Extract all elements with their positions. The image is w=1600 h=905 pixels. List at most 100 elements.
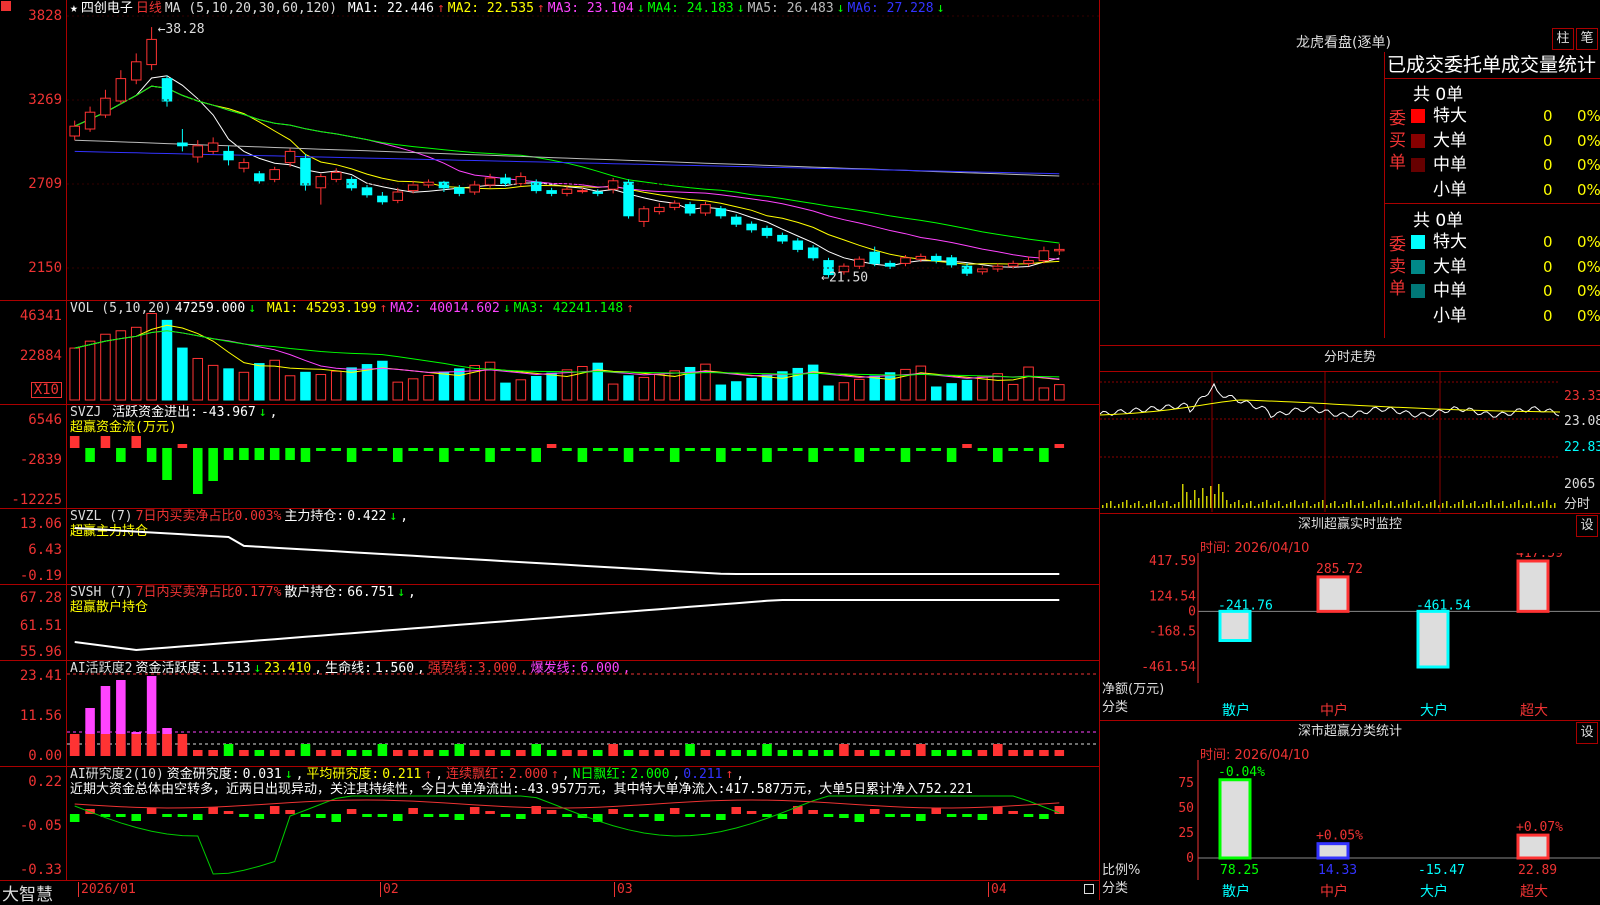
volume-bar — [561, 369, 573, 401]
svsh-chart[interactable] — [67, 584, 1100, 660]
order-type: 特大 — [1433, 232, 1467, 252]
svsh-tick: 67.28 — [19, 590, 62, 606]
research-bar — [223, 811, 234, 814]
activity-bar — [869, 750, 880, 756]
monitor-category: 超大 — [1520, 703, 1548, 719]
intraday-vol-bar — [1210, 486, 1212, 508]
activity-bar — [700, 750, 711, 756]
classify-bar — [1316, 842, 1350, 860]
candle-body — [577, 190, 588, 193]
intraday-vol-bar — [1266, 500, 1268, 508]
volume-bar — [854, 378, 865, 401]
candle-body — [330, 171, 342, 180]
ai-activity-chart[interactable] — [67, 660, 1100, 766]
research-bar — [854, 814, 865, 822]
intraday-vol-bar — [1402, 502, 1404, 508]
ai-research-tick: -0.05 — [19, 818, 62, 834]
intraday-tick: 23.33 — [1564, 389, 1600, 404]
activity-bar — [331, 750, 341, 756]
svzj-bar — [85, 448, 95, 462]
intraday-vol-bar — [1134, 503, 1136, 508]
research-bar — [362, 814, 372, 817]
classify-value: 22.89 — [1518, 863, 1557, 878]
monitor-y-label: 净额(万元) — [1102, 682, 1164, 697]
activity-bar — [854, 750, 865, 756]
svzj-bar — [593, 448, 603, 451]
x-tick: 03 — [614, 882, 633, 897]
activity-bar — [593, 750, 603, 756]
svzj-bar — [485, 448, 495, 462]
intraday-vol-bar — [1350, 500, 1352, 508]
intraday-vol-bar — [1206, 496, 1208, 508]
activity-bar — [346, 750, 357, 756]
activity-bar — [900, 750, 911, 756]
research-bar — [1039, 814, 1049, 819]
svzj-bar — [962, 444, 972, 448]
classify-settings-button[interactable]: 设 — [1576, 722, 1598, 744]
svzl-chart[interactable] — [67, 508, 1100, 584]
candle-body — [254, 173, 265, 182]
classify-change: +0.05% — [1316, 829, 1363, 844]
color-swatch — [1411, 133, 1425, 148]
intraday-chart[interactable] — [1100, 372, 1560, 512]
svzj-bar — [746, 448, 757, 451]
svzj-tick: -2839 — [19, 452, 62, 468]
order-type: 大单 — [1433, 256, 1467, 277]
research-bar — [777, 814, 788, 819]
intraday-vol-bar — [1486, 502, 1488, 508]
svzj-bar — [177, 444, 188, 448]
volume-bar — [930, 386, 942, 401]
research-bar — [254, 814, 265, 819]
ma-line — [74, 150, 1060, 175]
volume-bar — [715, 384, 727, 401]
volume-bar — [330, 370, 342, 401]
monitor-chart[interactable]: 417.59 124.540 -168.5 -461.54 -241.76 散户 285.7… — [1100, 553, 1600, 719]
intraday-vol-bar — [1554, 503, 1556, 508]
candlestick-chart[interactable]: ←38.28 ←21.50 — [67, 0, 1100, 300]
classify-title: 深市超赢分类统计 — [1297, 724, 1402, 739]
x-tick: 2026/01 — [78, 882, 136, 897]
order-percent: 0% — [1577, 131, 1600, 150]
intraday-vol-bar — [1126, 500, 1128, 508]
activity-bar — [577, 750, 588, 756]
svzj-bar — [916, 448, 926, 451]
sell-rows: 特大 0 0% 大单 0 0% 中单 0 0% 小单 0 0% — [1411, 230, 1600, 328]
svzj-bar — [500, 448, 511, 451]
activity-bar — [500, 750, 511, 756]
intraday-price-line — [1100, 382, 1560, 419]
classify-chart[interactable]: 75 50 25 0 -0.04% 78.25 散户 +0.05% 14.33 中户 -15.47 大… — [1100, 760, 1600, 900]
volume-chart[interactable] — [67, 300, 1100, 404]
research-bar — [162, 814, 172, 817]
intraday-vol-bar — [1346, 502, 1348, 508]
activity-bar — [654, 750, 665, 756]
activity-base — [69, 734, 80, 756]
tick-view-button[interactable]: 笔 — [1576, 28, 1598, 50]
svzj-chart[interactable] — [67, 404, 1100, 508]
intraday-vol-bar — [1494, 505, 1496, 508]
volume-bar — [761, 374, 773, 401]
bar-view-button[interactable]: 柱 — [1552, 28, 1574, 50]
candle-body — [377, 195, 388, 203]
volume-bar — [746, 377, 757, 401]
order-percent: 0% — [1577, 306, 1600, 325]
ai-research-chart[interactable] — [67, 766, 1100, 880]
activity-bar — [485, 750, 495, 756]
monitor-bar-label: 417.59 — [1516, 553, 1563, 561]
research-bar — [931, 808, 941, 814]
svzj-bar — [808, 448, 818, 462]
activity-bar — [223, 744, 234, 756]
candle-body — [669, 202, 680, 208]
classify-y-label: 比例% — [1102, 863, 1140, 878]
intraday-vol-bar — [1450, 506, 1452, 508]
order-percent: 0% — [1577, 257, 1600, 276]
volume-bar — [284, 375, 296, 401]
activity-base — [131, 734, 141, 756]
svzj-bar — [546, 444, 557, 448]
lock-icon[interactable] — [1084, 884, 1094, 894]
price-y-axis: 3828 3269 2709 2150 — [0, 0, 67, 300]
intraday-vol-bar — [1418, 501, 1420, 508]
svzj-bar — [146, 448, 157, 462]
classify-change: -0.04% — [1218, 765, 1265, 780]
classify-category: 大户 — [1420, 883, 1448, 900]
monitor-settings-button[interactable]: 设 — [1576, 515, 1598, 537]
